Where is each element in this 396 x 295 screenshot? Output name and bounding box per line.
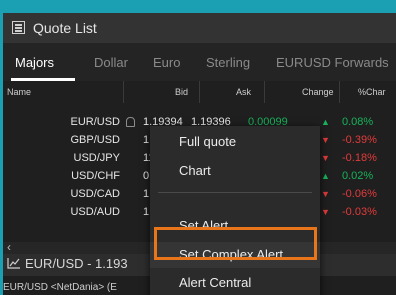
arrow-up-icon: ▲ <box>321 117 330 127</box>
window-title: Quote List <box>33 20 97 36</box>
column-divider <box>199 81 200 103</box>
col-bid[interactable]: Bid <box>175 87 188 97</box>
tab-eurusd-forwards[interactable]: EURUSD Forwards <box>276 55 389 70</box>
arrow-up-icon: ▲ <box>321 171 330 181</box>
context-menu: Full quote Chart Set Alert Set Complex A… <box>150 126 320 295</box>
tab-dollar[interactable]: Dollar <box>94 55 128 70</box>
row-name: USD/AUD <box>70 206 120 216</box>
row-name: GBP/USD <box>70 134 120 146</box>
row-pct: 0.08% <box>342 116 374 128</box>
menu-item-label: Chart <box>179 163 211 178</box>
title-bar: Quote List <box>3 13 396 43</box>
chart-panel-title: EUR/USD - 1.193 <box>25 256 128 271</box>
col-change[interactable]: Change <box>302 87 334 97</box>
list-icon <box>12 21 25 34</box>
row-name: USD/CAD <box>70 188 120 200</box>
tab-bar: Majors Dollar Euro Sterling EURUSD Forwa… <box>3 43 396 81</box>
col-ask[interactable]: Ask <box>236 87 251 97</box>
arrow-down-icon: ▼ <box>321 207 330 216</box>
row-pct: -0.03% <box>342 206 377 216</box>
menu-item-alert-central[interactable]: Alert Central <box>150 270 320 295</box>
arrow-down-icon: ▼ <box>321 153 330 163</box>
column-divider <box>264 81 265 103</box>
tab-sterling[interactable]: Sterling <box>206 55 250 70</box>
row-name: EUR/USD <box>70 116 120 128</box>
chevron-left-icon[interactable]: ‹ <box>7 240 11 254</box>
tab-majors[interactable]: Majors <box>15 55 54 70</box>
row-name: USD/CHF <box>71 170 120 182</box>
row-pct: -0.39% <box>342 134 377 146</box>
column-divider <box>339 81 340 103</box>
arrow-down-icon: ▼ <box>321 135 330 145</box>
menu-item-label: Alert Central <box>179 275 252 290</box>
row-name: USD/JPY <box>73 152 120 164</box>
col-name[interactable]: Name <box>7 87 31 97</box>
line-chart-icon <box>7 258 20 269</box>
col-pct[interactable]: %Char <box>358 87 386 97</box>
menu-item-full-quote[interactable]: Full quote <box>150 129 320 155</box>
bell-icon[interactable] <box>126 117 135 127</box>
row-pct: -0.06% <box>342 188 377 200</box>
tab-euro[interactable]: Euro <box>153 55 180 70</box>
column-divider <box>123 81 124 103</box>
menu-item-chart[interactable]: Chart <box>150 158 320 184</box>
menu-divider <box>158 192 312 193</box>
menu-item-label: Full quote <box>179 134 237 149</box>
arrow-down-icon: ▼ <box>321 189 330 199</box>
row-pct: -0.18% <box>342 152 377 164</box>
highlight-box <box>154 227 317 260</box>
row-pct: 0.02% <box>342 170 374 182</box>
